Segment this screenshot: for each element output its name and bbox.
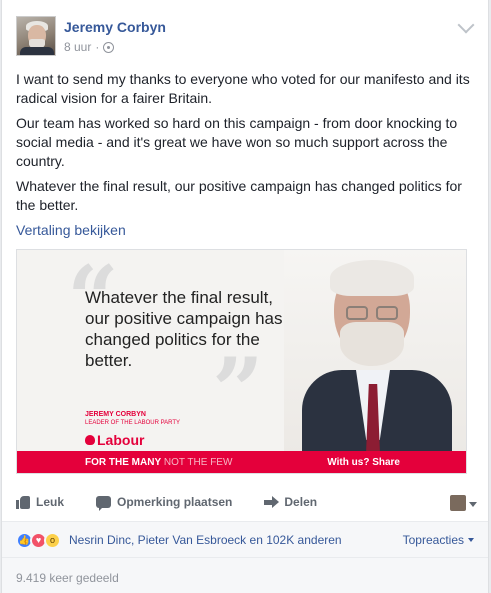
shares-bar: 9.419 keer gedeeld (2, 557, 488, 593)
rose-icon (85, 435, 95, 445)
image-quote: Whatever the final result, our positive … (85, 288, 283, 370)
viewer-avatar[interactable] (450, 495, 466, 511)
campaign-banner: FOR THE MANY NOT THE FEW With us? Share (17, 451, 466, 473)
top-reactions-dropdown[interactable]: Topreacties (403, 533, 474, 547)
post-paragraph: Whatever the final result, our positive … (16, 178, 462, 213)
post-card: Jeremy Corbyn 8 uur · I want to send my … (1, 0, 489, 593)
labour-logo: Labour (85, 432, 144, 448)
chevron-down-icon[interactable] (457, 16, 475, 34)
post-paragraph: Our team has worked so hard on this camp… (16, 115, 458, 169)
post-header: Jeremy Corbyn 8 uur · (16, 16, 475, 58)
wow-icon: o (44, 532, 61, 549)
like-label: Leuk (36, 495, 65, 509)
comment-label: Opmerking plaatsen (117, 495, 233, 509)
globe-icon[interactable] (103, 41, 115, 53)
shared-image[interactable]: “ ” Whatever the final result, our posit… (16, 249, 467, 474)
caret-down-icon[interactable] (469, 502, 477, 507)
share-button[interactable]: Delen (264, 495, 317, 509)
reactions-bar: 👍 ♥ o Nesrin Dinc, Pieter Van Esbroeck e… (2, 521, 488, 557)
like-button[interactable]: Leuk (16, 495, 64, 509)
portrait-photo (284, 250, 466, 460)
share-count[interactable]: 9.419 keer gedeeld (16, 571, 119, 585)
signature-name: JEREMY CORBYN (85, 411, 146, 418)
banner-slogan: FOR THE MANY NOT THE FEW (85, 456, 233, 468)
signature-title: LEADER OF THE LABOUR PARTY (85, 420, 181, 426)
reaction-icons[interactable]: 👍 ♥ o (16, 532, 61, 549)
post-text: I want to send my thanks to everyone who… (16, 70, 474, 240)
author-avatar[interactable] (16, 16, 56, 56)
share-label: Delen (284, 495, 318, 509)
logo-text: Labour (97, 432, 145, 448)
comment-button[interactable]: Opmerking plaatsen (96, 495, 233, 511)
translate-link[interactable]: Vertaling bekijken (16, 221, 474, 240)
caret-down-icon (468, 538, 474, 542)
thumbs-up-icon (16, 495, 30, 509)
banner-share-text: With us? Share (327, 456, 400, 468)
post-paragraph: I want to send my thanks to everyone who… (16, 71, 470, 106)
comment-icon (96, 496, 112, 511)
action-bar: Leuk Opmerking plaatsen Delen (16, 487, 476, 517)
share-arrow-icon (264, 495, 280, 509)
reaction-names[interactable]: Nesrin Dinc, Pieter Van Esbroeck en 102K… (69, 533, 342, 547)
author-name[interactable]: Jeremy Corbyn (64, 19, 166, 35)
post-time[interactable]: 8 uur (64, 40, 91, 54)
post-meta: 8 uur · (64, 40, 115, 54)
